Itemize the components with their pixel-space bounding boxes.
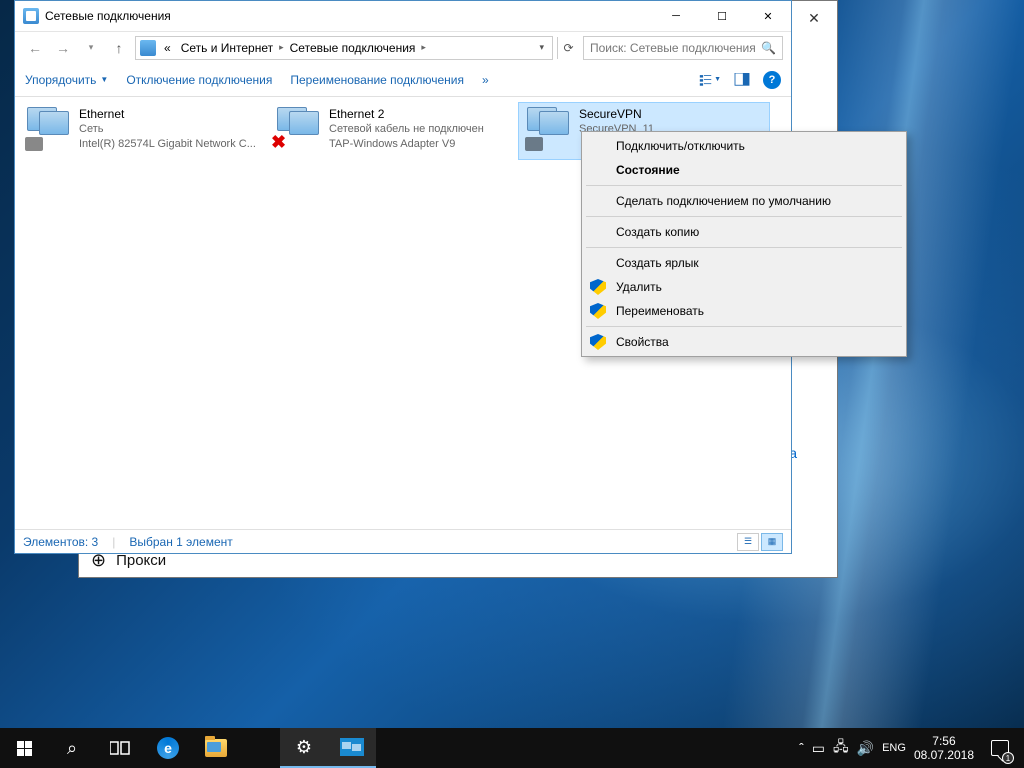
rename-connection-button[interactable]: Переименование подключения	[290, 73, 464, 87]
ctx-rename[interactable]: Переименовать	[584, 299, 904, 323]
menu-separator	[586, 216, 902, 217]
status-bar: Элементов: 3 | Выбран 1 элемент ☰ ▦	[15, 529, 791, 553]
folder-icon	[205, 739, 227, 757]
ctx-set-default[interactable]: Сделать подключением по умолчанию	[584, 189, 904, 213]
nav-forward-button[interactable]: →	[51, 36, 75, 60]
taskbar-network-connections[interactable]	[328, 728, 376, 768]
shield-icon	[590, 279, 606, 295]
shield-icon	[590, 334, 606, 350]
windows-icon	[17, 741, 32, 756]
volume-icon[interactable]: 🔊	[857, 740, 874, 757]
gear-icon: ⚙	[296, 737, 312, 758]
network-adapter-icon	[25, 107, 73, 151]
connection-status: Сеть	[79, 122, 256, 137]
clock-time: 7:56	[914, 734, 974, 748]
context-menu: Подключить/отключить Состояние Сделать п…	[581, 131, 907, 357]
ctx-properties[interactable]: Свойства	[584, 330, 904, 354]
clock-date: 08.07.2018	[914, 748, 974, 762]
toolbar-overflow-button[interactable]: »	[482, 73, 489, 87]
icons-view-button[interactable]: ▦	[761, 533, 783, 551]
disconnect-connection-button[interactable]: Отключение подключения	[126, 73, 272, 87]
ctx-create-copy[interactable]: Создать копию	[584, 220, 904, 244]
details-view-button[interactable]: ☰	[737, 533, 759, 551]
nav-recent-dropdown[interactable]: ▾	[79, 36, 103, 60]
settings-close-button[interactable]: ✕	[791, 3, 837, 33]
connection-name: Ethernet	[79, 107, 256, 122]
menu-separator	[586, 326, 902, 327]
connection-adapter: TAP-Windows Adapter V9	[329, 137, 484, 152]
tray-overflow-button[interactable]: ˆ	[799, 740, 804, 756]
chevron-down-icon: ▼	[100, 75, 108, 84]
search-input[interactable]: Поиск: Сетевые подключения 🔍	[583, 36, 783, 60]
breadcrumb-bar[interactable]: « Сеть и Интернет ▸ Сетевые подключения …	[135, 36, 553, 60]
nav-back-button[interactable]: ←	[23, 36, 47, 60]
task-view-button[interactable]	[96, 728, 144, 768]
command-bar: Упорядочить ▼ Отключение подключения Пер…	[15, 63, 791, 97]
network-window-icon	[340, 738, 364, 756]
refresh-button[interactable]: ⟳	[557, 37, 579, 59]
breadcrumb-dropdown-icon[interactable]: ▾	[539, 42, 544, 53]
address-bar: ← → ▾ ↑ « Сеть и Интернет ▸ Сетевые подк…	[15, 31, 791, 63]
ctx-status[interactable]: Состояние	[584, 158, 904, 182]
network-adapter-icon: ✖	[275, 107, 323, 151]
search-icon: 🔍	[761, 41, 776, 55]
edge-icon: e	[157, 737, 179, 759]
proxy-label: Прокси	[116, 552, 166, 569]
item-count: Элементов: 3	[23, 535, 98, 549]
preview-pane-button[interactable]	[731, 70, 753, 90]
connection-item-ethernet[interactable]: Ethernet Сеть Intel(R) 82574L Gigabit Ne…	[19, 103, 269, 159]
connection-adapter: Intel(R) 82574L Gigabit Network C...	[79, 137, 256, 152]
view-options-button[interactable]: ▼	[699, 70, 721, 90]
close-button[interactable]: ✕	[745, 1, 791, 31]
notification-badge: 1	[1002, 752, 1014, 764]
organize-menu[interactable]: Упорядочить ▼	[25, 73, 108, 87]
taskbar: ⌕ e ⚙ ˆ ▭ 🖧 🔊 ENG 7:56 08.07.2018 1	[0, 728, 1024, 768]
window-title: Сетевые подключения	[45, 9, 171, 23]
help-button[interactable]: ?	[763, 71, 781, 89]
window-icon	[23, 8, 39, 24]
chevron-right-icon[interactable]: ▸	[279, 42, 284, 53]
breadcrumb-prefix: «	[160, 41, 175, 55]
connection-name: Ethernet 2	[329, 107, 484, 122]
taskbar-file-explorer[interactable]	[192, 728, 240, 768]
start-button[interactable]	[0, 728, 48, 768]
shield-icon	[590, 303, 606, 319]
battery-icon[interactable]: ▭	[812, 740, 825, 757]
network-adapter-icon	[525, 107, 573, 151]
search-icon: ⌕	[67, 738, 77, 759]
search-placeholder: Поиск: Сетевые подключения	[590, 41, 756, 55]
chevron-right-icon[interactable]: ▸	[421, 42, 426, 53]
ctx-create-shortcut[interactable]: Создать ярлык	[584, 251, 904, 275]
selection-count: Выбран 1 элемент	[129, 535, 232, 549]
ctx-delete[interactable]: Удалить	[584, 275, 904, 299]
connection-name: SecureVPN	[579, 107, 654, 122]
menu-separator	[586, 247, 902, 248]
titlebar[interactable]: Сетевые подключения ─ ☐ ✕	[15, 1, 791, 31]
nav-up-button[interactable]: ↑	[107, 36, 131, 60]
taskbar-settings[interactable]: ⚙	[280, 728, 328, 768]
ctx-connect-disconnect[interactable]: Подключить/отключить	[584, 134, 904, 158]
disconnected-icon: ✖	[271, 132, 286, 153]
connection-status: Сетевой кабель не подключен	[329, 122, 484, 137]
menu-separator	[586, 185, 902, 186]
language-indicator[interactable]: ENG	[882, 742, 906, 754]
clock[interactable]: 7:56 08.07.2018	[914, 734, 974, 762]
minimize-button[interactable]: ─	[653, 1, 699, 31]
breadcrumb-seg-connections[interactable]: Сетевые подключения	[286, 41, 420, 55]
system-tray: ˆ ▭ 🖧 🔊 ENG 7:56 08.07.2018 1	[799, 728, 1024, 768]
taskbar-edge[interactable]: e	[144, 728, 192, 768]
network-tray-icon[interactable]: 🖧	[833, 736, 849, 760]
action-center-button[interactable]: 1	[982, 728, 1018, 768]
connection-item-ethernet2[interactable]: ✖ Ethernet 2 Сетевой кабель не подключен…	[269, 103, 519, 159]
search-button[interactable]: ⌕	[48, 728, 96, 768]
task-view-icon	[110, 740, 130, 756]
breadcrumb-seg-network[interactable]: Сеть и Интернет	[177, 41, 277, 55]
maximize-button[interactable]: ☐	[699, 1, 745, 31]
location-icon	[140, 40, 156, 56]
